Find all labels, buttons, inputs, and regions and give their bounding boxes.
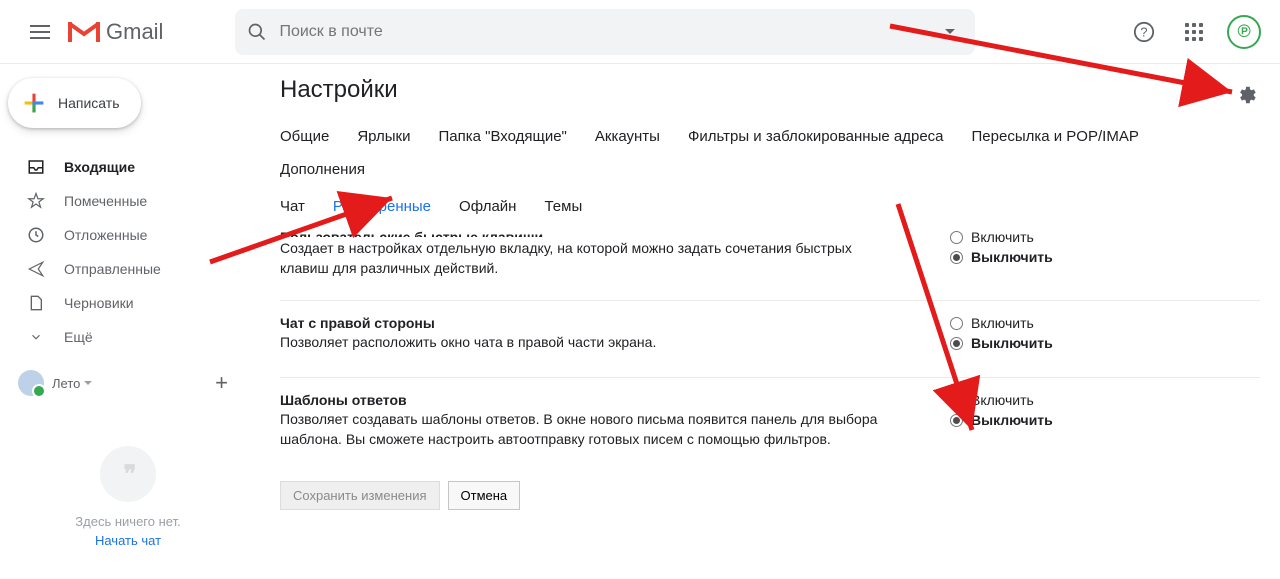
tab-forwarding[interactable]: Пересылка и POP/IMAP [972,120,1153,153]
setting-desc: Позволяет создавать шаблоны ответов. В о… [280,410,880,449]
radio-label: Выключить [971,335,1053,351]
sidebar-label: Черновики [64,295,134,311]
settings-main: Настройки Общие Ярлыки Папка "Входящие" … [280,76,1260,510]
sidebar-item-starred[interactable]: Помеченные [0,184,256,218]
send-icon [27,260,45,278]
button-row: Сохранить изменения Отмена [280,481,1260,510]
search-container [235,9,975,55]
hangouts-start-link[interactable]: Начать чат [0,533,256,548]
inbox-icon [27,158,45,176]
gmail-logo-text: Gmail [106,19,163,45]
tab-offline[interactable]: Офлайн [459,190,530,223]
plus-icon [20,89,48,117]
settings-tabs-row1: Общие Ярлыки Папка "Входящие" Аккаунты Ф… [280,120,1260,186]
radio-disable[interactable]: Выключить [950,412,1210,428]
setting-right-chat: Чат с правой стороны Позволяет расположи… [280,300,1260,377]
radio-enable[interactable]: Включить [950,392,1210,408]
support-button[interactable]: ? [1124,12,1164,52]
search-icon [247,22,267,42]
presence-avatar [18,370,44,396]
new-chat-button[interactable]: + [215,370,228,396]
hangouts-username: Лето [52,376,80,391]
radio-icon [950,317,963,330]
gmail-logo[interactable]: Gmail [68,19,163,45]
sidebar-item-snoozed[interactable]: Отложенные [0,218,256,252]
tab-labels[interactable]: Ярлыки [357,120,424,153]
setting-desc: Позволяет расположить окно чата в правой… [280,333,880,353]
sidebar-item-sent[interactable]: Отправленные [0,252,256,286]
sidebar-label: Помеченные [64,193,147,209]
app-header: Gmail ? ℗ [0,0,1280,64]
apps-button[interactable] [1174,12,1214,52]
radio-icon [950,337,963,350]
radio-enable[interactable]: Включить [950,229,1210,245]
tab-inbox[interactable]: Папка "Входящие" [438,120,580,153]
tab-chat[interactable]: Чат [280,190,319,223]
compose-button[interactable]: Написать [8,78,141,128]
radio-disable[interactable]: Выключить [950,249,1210,265]
gmail-m-icon [68,20,100,44]
tab-accounts[interactable]: Аккаунты [595,120,674,153]
search-options-caret-icon[interactable] [945,29,955,34]
settings-tabs-row2: Чат Расширенные Офлайн Темы [280,190,1260,223]
radio-icon [950,231,963,244]
page-title: Настройки [280,76,1260,104]
draft-icon [28,294,44,312]
search-input[interactable] [279,23,937,41]
star-icon [27,192,45,210]
header-right: ? ℗ [1124,12,1264,52]
hangouts-empty-text: Здесь ничего нет. [0,514,256,529]
setting-title: Чат с правой стороны [280,315,880,331]
sidebar-label: Отправленные [64,261,161,277]
sidebar-label: Отложенные [64,227,147,243]
sidebar-label: Входящие [64,159,135,175]
save-button[interactable]: Сохранить изменения [280,481,440,510]
setting-canned-responses: Шаблоны ответов Позволяет создавать шабл… [280,377,1260,471]
hamburger-icon [30,25,50,39]
compose-label: Написать [58,95,119,111]
radio-label: Включить [971,315,1034,331]
setting-title: Шаблоны ответов [280,392,880,408]
settings-gear-button[interactable] [1236,84,1258,111]
tab-advanced[interactable]: Расширенные [333,190,445,223]
hangouts-bubble: ❞ [100,446,156,502]
radio-label: Выключить [971,249,1053,265]
tab-general[interactable]: Общие [280,120,343,153]
help-icon: ? [1133,21,1155,43]
radio-label: Включить [971,392,1034,408]
main-menu-button[interactable] [16,8,64,56]
clock-icon [27,226,45,244]
tab-filters[interactable]: Фильтры и заблокированные адреса [688,120,958,153]
sidebar-item-more[interactable]: Ещё [0,320,256,354]
tab-themes[interactable]: Темы [544,190,596,223]
radio-label: Включить [971,229,1034,245]
avatar: ℗ [1227,15,1261,49]
sidebar-item-inbox[interactable]: Входящие [0,150,256,184]
radio-label: Выключить [971,412,1053,428]
radio-icon [950,414,963,427]
setting-custom-shortcuts: Пользовательские быстрые клавиши Создает… [280,229,1260,300]
tab-addons[interactable]: Дополнения [280,153,379,186]
caret-down-icon [84,381,92,385]
gear-icon [1236,84,1258,106]
settings-body: Пользовательские быстрые клавиши Создает… [280,229,1260,510]
svg-text:?: ? [1140,24,1147,39]
sidebar-item-drafts[interactable]: Черновики [0,286,256,320]
apps-grid-icon [1185,23,1203,41]
avatar-initial-icon: ℗ [1237,21,1250,42]
setting-desc: Создает в настройках отдельную вкладку, … [280,239,880,278]
quote-icon: ❞ [124,460,133,489]
chevron-down-icon [29,330,43,344]
sidebar: Входящие Помеченные Отложенные Отправлен… [0,150,256,548]
radio-enable[interactable]: Включить [950,315,1210,331]
radio-icon [950,394,963,407]
account-button[interactable]: ℗ [1224,12,1264,52]
sidebar-label: Ещё [64,329,93,345]
cancel-button[interactable]: Отмена [448,481,521,510]
radio-icon [950,251,963,264]
setting-title: Пользовательские быстрые клавиши [280,229,880,237]
hangouts-user-row[interactable]: Лето + [0,370,256,396]
radio-disable[interactable]: Выключить [950,335,1210,351]
search-box[interactable] [235,9,975,55]
